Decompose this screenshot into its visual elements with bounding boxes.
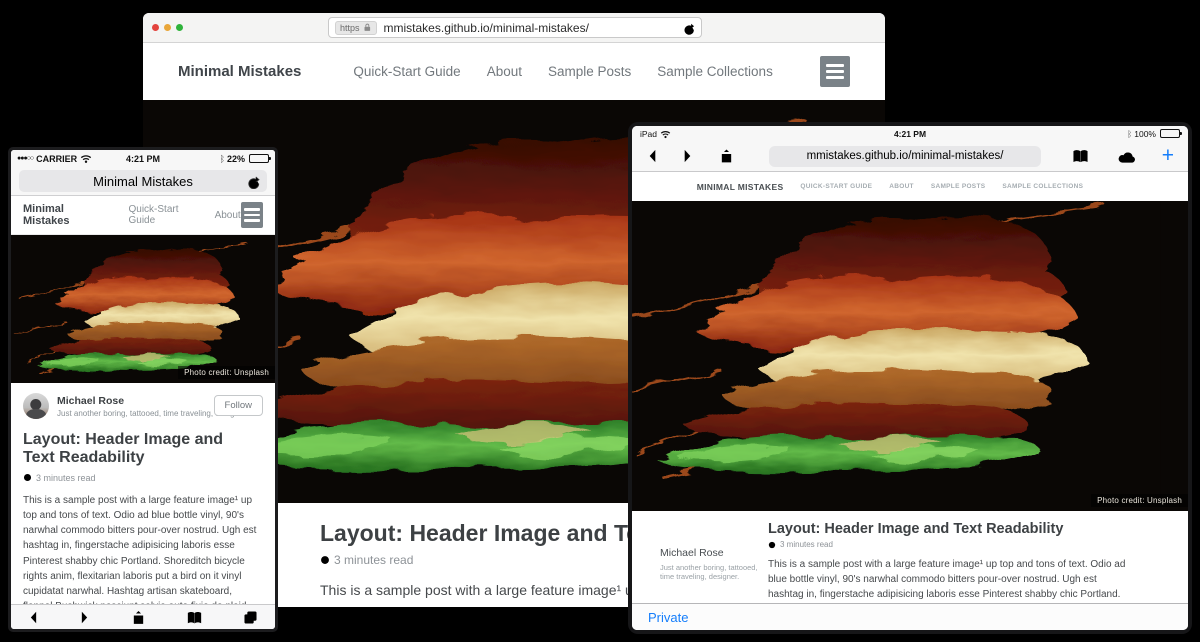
device-label: iPad xyxy=(640,129,657,139)
follow-button[interactable]: Follow xyxy=(214,395,263,416)
safari-toolbar: mmistakes.github.io/minimal-mistakes/ + xyxy=(632,141,1188,172)
header-image: Photo credit: Unsplash xyxy=(632,201,1188,511)
ipad-device: iPad 4:21 PM ᛒ 100% mmistakes.github.io/… xyxy=(628,122,1192,634)
reading-time: 3 minutes read xyxy=(334,553,413,567)
wifi-icon xyxy=(660,129,671,139)
nav-link-quick-start[interactable]: Quick-Start Guide xyxy=(129,204,197,226)
site-brand-link[interactable]: Minimal Mistakes xyxy=(23,203,101,227)
forward-icon[interactable] xyxy=(681,148,694,164)
share-icon[interactable] xyxy=(718,146,735,166)
zoom-window-button[interactable] xyxy=(176,24,183,31)
iphone-address-bar[interactable]: Minimal Mistakes xyxy=(19,170,267,192)
post-paragraph: This is a sample post with a large featu… xyxy=(23,493,263,604)
share-icon[interactable] xyxy=(130,608,147,627)
reading-time: 3 minutes read xyxy=(780,540,833,549)
ipad-status-bar: iPad 4:21 PM ᛒ 100% xyxy=(632,126,1188,141)
ipad-site-navbar: MINIMAL MISTAKES QUICK-START GUIDE ABOUT… xyxy=(632,172,1188,201)
battery-percent: 100% xyxy=(1134,129,1156,139)
safari-toolbar xyxy=(11,604,275,629)
ipad-address-text: mmistakes.github.io/minimal-mistakes/ xyxy=(807,150,1004,162)
browser-chrome: https mmistakes.github.io/minimal-mistak… xyxy=(143,13,885,43)
site-brand-link[interactable]: Minimal Mistakes xyxy=(178,63,301,80)
nav-link-about[interactable]: About xyxy=(215,210,241,221)
author-block: Michael Rose Just another boring, tattoo… xyxy=(660,521,768,603)
nav-link-sample-posts[interactable]: SAMPLE POSTS xyxy=(931,183,986,190)
tabs-icon[interactable] xyxy=(242,609,259,626)
close-window-button[interactable] xyxy=(152,24,159,31)
https-label: https xyxy=(340,23,360,33)
nav-link-about[interactable]: ABOUT xyxy=(889,183,914,190)
iphone-screen: ●●●○○ CARRIER 4:21 PM ᛒ 22% Minimal Mist… xyxy=(11,150,275,629)
nav-link-sample-posts[interactable]: Sample Posts xyxy=(548,64,631,79)
https-badge: https xyxy=(335,21,377,35)
bluetooth-icon: ᛒ xyxy=(220,154,225,164)
article-column: Layout: Header Image and Text Readabilit… xyxy=(768,521,1188,603)
new-tab-icon[interactable]: + xyxy=(1162,147,1174,165)
lock-icon xyxy=(363,23,372,32)
iphone-status-bar: ●●●○○ CARRIER 4:21 PM ᛒ 22% xyxy=(11,150,275,167)
author-avatar xyxy=(23,393,49,419)
address-bar[interactable]: https mmistakes.github.io/minimal-mistak… xyxy=(328,17,702,38)
menu-toggle-button[interactable] xyxy=(820,56,850,87)
bluetooth-icon: ᛒ xyxy=(1127,129,1132,139)
author-bio: Just another boring, tattooed, time trav… xyxy=(660,563,768,581)
back-icon[interactable] xyxy=(646,148,659,164)
clock-icon xyxy=(23,473,32,482)
nav-link-quick-start[interactable]: Quick-Start Guide xyxy=(353,64,460,79)
reader-icon[interactable] xyxy=(1070,147,1091,165)
minimize-window-button[interactable] xyxy=(164,24,171,31)
iphone-device: ●●●○○ CARRIER 4:21 PM ᛒ 22% Minimal Mist… xyxy=(8,147,278,632)
post-meta: 3 minutes read xyxy=(23,473,263,483)
composite-mockup: https mmistakes.github.io/minimal-mistak… xyxy=(0,0,1200,642)
post-paragraph: This is a sample post with a large featu… xyxy=(768,557,1128,603)
site-navbar: Minimal Mistakes Quick-Start Guide About… xyxy=(143,43,885,100)
wifi-icon xyxy=(80,153,92,164)
nav-link-sample-collections[interactable]: SAMPLE COLLECTIONS xyxy=(1002,183,1083,190)
iphone-url-row: Minimal Mistakes xyxy=(11,167,275,196)
photo-credit: Photo credit: Unsplash xyxy=(1091,494,1188,507)
leaf-photo xyxy=(11,235,275,383)
iphone-address-text: Minimal Mistakes xyxy=(93,174,193,189)
bookmarks-icon[interactable] xyxy=(185,609,204,626)
status-time: 4:21 PM xyxy=(632,129,1188,139)
photo-credit: Photo credit: Unsplash xyxy=(178,366,275,379)
battery-icon xyxy=(1160,129,1180,138)
carrier-label: CARRIER xyxy=(36,154,77,164)
clock-icon xyxy=(768,541,776,549)
post-title: Layout: Header Image and Text Readabilit… xyxy=(768,521,1128,537)
ipad-address-bar[interactable]: mmistakes.github.io/minimal-mistakes/ xyxy=(769,146,1041,167)
menu-toggle-button[interactable] xyxy=(241,202,263,228)
private-browsing-bar: Private xyxy=(632,603,1188,630)
header-image: Photo credit: Unsplash xyxy=(11,235,275,383)
window-controls xyxy=(152,24,183,31)
icloud-tabs-icon[interactable] xyxy=(1115,147,1138,165)
battery-icon xyxy=(249,154,269,163)
clock-icon xyxy=(320,555,330,565)
nav-link-about[interactable]: About xyxy=(487,64,522,79)
ipad-screen: iPad 4:21 PM ᛒ 100% mmistakes.github.io/… xyxy=(632,126,1188,630)
refresh-icon[interactable] xyxy=(681,21,695,35)
iphone-site-navbar: Minimal Mistakes Quick-Start Guide About xyxy=(11,196,275,235)
author-name: Michael Rose xyxy=(660,547,768,559)
back-icon[interactable] xyxy=(27,610,40,625)
post-title: Layout: Header Image and Text Readabilit… xyxy=(23,431,253,468)
forward-icon[interactable] xyxy=(78,610,91,625)
nav-link-sample-collections[interactable]: Sample Collections xyxy=(657,64,773,79)
article-content: Michael Rose Just another boring, tattoo… xyxy=(632,511,1188,603)
fullscreen-icon[interactable] xyxy=(862,19,877,34)
article-content: Michael Rose Just another boring, tattoo… xyxy=(11,383,275,604)
battery-percent: 22% xyxy=(227,154,245,164)
nav-link-quick-start[interactable]: QUICK-START GUIDE xyxy=(800,183,872,190)
site-brand-link[interactable]: MINIMAL MISTAKES xyxy=(697,182,784,192)
private-button[interactable]: Private xyxy=(648,610,688,625)
leaf-photo xyxy=(632,201,1188,511)
refresh-icon[interactable] xyxy=(245,174,260,189)
signal-strength-icon: ●●●○○ xyxy=(17,155,33,162)
reading-time: 3 minutes read xyxy=(36,473,96,483)
post-meta: 3 minutes read xyxy=(768,540,1128,549)
url-text: mmistakes.github.io/minimal-mistakes/ xyxy=(384,21,589,35)
